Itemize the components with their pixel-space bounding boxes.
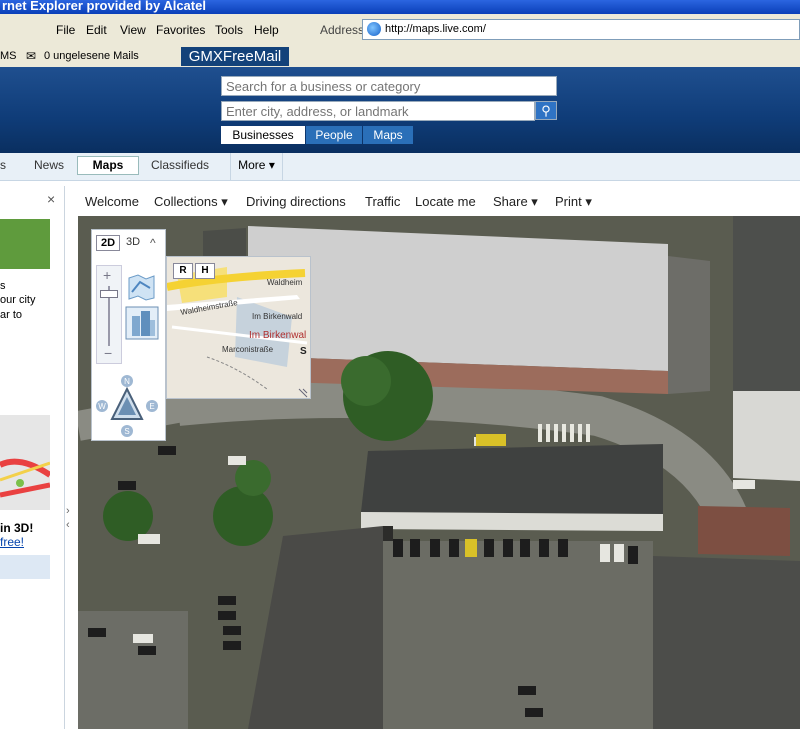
panel-collapse-icon[interactable]: ‹: [66, 519, 70, 531]
menu-view[interactable]: View: [120, 23, 146, 37]
search-tab-maps[interactable]: Maps: [363, 126, 413, 144]
promo-banner: [0, 219, 50, 269]
panel-text-line: ar to: [0, 309, 23, 321]
panel-footer-strip: [0, 555, 50, 579]
zoom-slider[interactable]: + −: [96, 265, 122, 364]
ie-page-icon: [367, 22, 381, 36]
unread-mails-link[interactable]: 0 ungelesene Mails: [44, 50, 139, 62]
road-view-button[interactable]: R: [173, 263, 193, 279]
mini-map-street-label: Waldheim: [267, 278, 303, 287]
menu-file[interactable]: File: [56, 23, 75, 37]
nav-tab-classifieds[interactable]: Classifieds: [151, 158, 209, 172]
compass-north-label: N: [124, 377, 130, 386]
collapse-chevron-icon[interactable]: ^: [150, 236, 156, 250]
nav-tab-partial[interactable]: s: [0, 158, 6, 172]
hybrid-view-button[interactable]: H: [195, 263, 215, 279]
aerial-map-style-icon[interactable]: [125, 306, 159, 340]
address-url: http://maps.live.com/: [385, 23, 486, 35]
search-tab-businesses[interactable]: Businesses: [221, 126, 305, 144]
zoom-out-icon[interactable]: −: [104, 345, 112, 361]
address-bar[interactable]: http://maps.live.com/: [362, 19, 800, 40]
toolbar-share[interactable]: Share ▾: [493, 194, 538, 210]
toolbar-collections[interactable]: Collections ▾: [154, 194, 228, 210]
compass-icon[interactable]: N S W E: [96, 375, 158, 437]
mini-map[interactable]: Waldheimstraße Waldheim Im Birkenwald Im…: [166, 256, 311, 399]
mini-map-area-label: Im Birkenwal: [249, 330, 306, 341]
toolbar-print[interactable]: Print ▾: [555, 194, 592, 210]
menu-edit[interactable]: Edit: [86, 23, 107, 37]
nav-tab-maps[interactable]: Maps: [77, 156, 139, 175]
menu-help[interactable]: Help: [254, 23, 279, 37]
business-search-input[interactable]: [221, 76, 557, 96]
search-button[interactable]: ⚲: [535, 101, 557, 120]
mini-map-street-label: Im Birkenwald: [252, 312, 302, 321]
toolbar-traffic[interactable]: Traffic: [365, 194, 400, 209]
map-navigation-control: 2D 3D ^ + − N S W E: [91, 229, 166, 441]
links-bar: MS ✉ 0 ungelesene Mails: [0, 46, 800, 68]
compass-south-label: S: [124, 427, 129, 436]
traffic-thumbnail: [0, 415, 50, 510]
search-tab-people[interactable]: People: [306, 126, 362, 144]
location-search-input[interactable]: [221, 101, 535, 121]
mini-map-street-label: Marconistraße: [222, 345, 274, 354]
menu-favorites[interactable]: Favorites: [156, 23, 205, 37]
magnifier-icon: ⚲: [541, 103, 551, 118]
nav-tab-news[interactable]: News: [34, 158, 64, 172]
panel-expand-icon[interactable]: ›: [66, 505, 70, 517]
address-label: Address: [320, 23, 365, 37]
zoom-thumb[interactable]: [100, 290, 118, 298]
toolbar-welcome[interactable]: Welcome: [85, 194, 139, 209]
road-map-style-icon[interactable]: [126, 272, 156, 302]
toolbar-driving-directions[interactable]: Driving directions: [246, 194, 346, 209]
view-2d-button[interactable]: 2D: [96, 235, 120, 251]
compass-east-label: E: [149, 402, 154, 411]
menu-tools[interactable]: Tools: [215, 23, 243, 37]
free-download-link[interactable]: free!: [0, 535, 24, 549]
compass-west-label: W: [98, 402, 106, 411]
nav-tab-more[interactable]: More ▾: [230, 153, 283, 180]
promo-3d-text: in 3D!: [0, 521, 34, 535]
mini-map-label: S: [300, 346, 307, 357]
zoom-in-icon[interactable]: +: [103, 267, 111, 283]
panel-text-line: s: [0, 280, 6, 292]
close-panel-button[interactable]: ×: [47, 191, 55, 207]
gmx-freemail-button[interactable]: GMXFreeMail: [181, 47, 289, 66]
links-ms[interactable]: MS: [0, 50, 17, 62]
window-title-bar: rnet Explorer provided by Alcatel: [0, 0, 800, 14]
mail-icon: ✉: [26, 49, 37, 63]
panel-text-line: our city: [0, 294, 36, 306]
toolbar-locate-me[interactable]: Locate me: [415, 194, 476, 209]
view-3d-button[interactable]: 3D: [126, 236, 140, 248]
